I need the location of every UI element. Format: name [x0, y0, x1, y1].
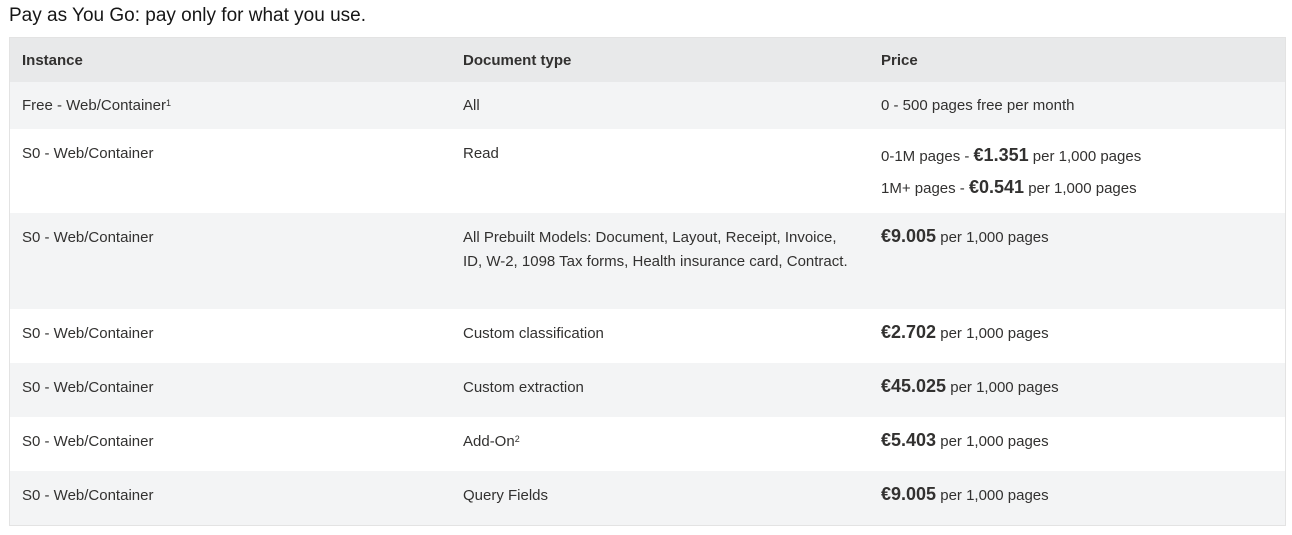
price-cell: €9.005 per 1,000 pages — [869, 471, 1285, 525]
price-unit: per 1,000 pages — [1024, 180, 1137, 197]
document-type-cell: Query Fields — [451, 471, 869, 525]
instance-name: S0 - Web/Container — [22, 229, 154, 246]
instance-cell: S0 - Web/Container — [10, 129, 451, 213]
instance-cell: S0 - Web/Container — [10, 363, 451, 417]
price: €9.005 per 1,000 pages — [881, 482, 1049, 508]
instance-name: S0 - Web/Container — [22, 145, 154, 162]
table-row: S0 - Web/Container Add-On2 €5.403 per 1,… — [10, 417, 1285, 471]
price: €9.005 per 1,000 pages — [881, 224, 1049, 250]
price-unit: per 1,000 pages — [936, 433, 1049, 450]
page-title: Pay as You Go: pay only for what you use… — [9, 5, 367, 26]
document-type: All Prebuilt Models: Document, Layout, R… — [463, 229, 848, 270]
table-row: S0 - Web/Container Custom extraction €45… — [10, 363, 1285, 417]
price-text: 0 - 500 pages free per month — [881, 97, 1075, 114]
price-cell: €2.702 per 1,000 pages — [869, 309, 1285, 363]
header-instance: Instance — [22, 51, 83, 69]
document-type: Custom classification — [463, 325, 604, 342]
table-row: Free - Web/Container1 All 0 - 500 pages … — [10, 82, 1285, 129]
table-row: S0 - Web/Container Query Fields €9.005 p… — [10, 471, 1285, 525]
instance-name: S0 - Web/Container — [22, 325, 154, 342]
instance-name: S0 - Web/Container — [22, 433, 154, 450]
header-price: Price — [881, 51, 918, 69]
price-amount: €9.005 — [881, 484, 937, 504]
price-unit: per 1,000 pages — [936, 325, 1049, 342]
document-type-cell: Custom extraction — [451, 363, 869, 417]
header-document-type: Document type — [463, 51, 572, 69]
price-amount: €1.351 — [973, 145, 1029, 165]
instance-cell: S0 - Web/Container — [10, 309, 451, 363]
instance-name: S0 - Web/Container — [22, 487, 154, 504]
price-unit: per 1,000 pages — [936, 229, 1049, 246]
footnote-marker[interactable]: 1 — [166, 98, 171, 108]
document-type-cell: All — [451, 82, 869, 129]
instance-name: Free - Web/Container — [22, 97, 166, 114]
instance-name: S0 - Web/Container — [22, 379, 154, 396]
footnote-marker[interactable]: 2 — [515, 434, 520, 444]
instance-cell: S0 - Web/Container — [10, 471, 451, 525]
price-cell: 0-1M pages - €1.351 per 1,000 pages 1M+ … — [869, 129, 1285, 213]
price-unit: per 1,000 pages — [946, 379, 1059, 396]
table-row: S0 - Web/Container Custom classification… — [10, 309, 1285, 363]
price-unit: per 1,000 pages — [936, 487, 1049, 504]
document-type: Custom extraction — [463, 379, 584, 396]
tier-prefix: 1M+ pages - — [881, 180, 969, 197]
document-type: All — [463, 97, 480, 114]
pricing-table: Instance Document type Price Free - Web/… — [9, 37, 1286, 526]
document-type-cell: Read — [451, 129, 869, 213]
table-row: S0 - Web/Container All Prebuilt Models: … — [10, 213, 1285, 309]
tier-prefix: 0-1M pages - — [881, 148, 974, 165]
price-amount: €9.005 — [881, 226, 937, 246]
document-type: Add-On — [463, 433, 515, 450]
instance-cell: S0 - Web/Container — [10, 213, 451, 309]
price-amount: €45.025 — [881, 376, 947, 396]
document-type-cell: Custom classification — [451, 309, 869, 363]
price-amount: €5.403 — [881, 430, 937, 450]
instance-cell: Free - Web/Container1 — [10, 82, 451, 129]
table-row: S0 - Web/Container Read 0-1M pages - €1.… — [10, 129, 1285, 213]
table-header-row: Instance Document type Price — [10, 38, 1285, 82]
price-amount: €2.702 — [881, 322, 937, 342]
price-tier: 1M+ pages - €0.541 per 1,000 pages — [881, 172, 1273, 204]
price-cell: €45.025 per 1,000 pages — [869, 363, 1285, 417]
price-amount: €0.541 — [968, 177, 1025, 197]
price-cell: €5.403 per 1,000 pages — [869, 417, 1285, 471]
document-type-cell: All Prebuilt Models: Document, Layout, R… — [451, 213, 869, 309]
document-type: Query Fields — [463, 487, 549, 504]
price: €2.702 per 1,000 pages — [881, 320, 1049, 346]
document-type-cell: Add-On2 — [451, 417, 869, 471]
price: €45.025 per 1,000 pages — [881, 374, 1059, 400]
instance-cell: S0 - Web/Container — [10, 417, 451, 471]
price-cell: €9.005 per 1,000 pages — [869, 213, 1285, 309]
price: €5.403 per 1,000 pages — [881, 428, 1049, 454]
price-cell: 0 - 500 pages free per month — [869, 82, 1285, 129]
price-unit: per 1,000 pages — [1028, 148, 1142, 165]
document-type: Read — [463, 145, 499, 162]
price-tier: 0-1M pages - €1.351 per 1,000 pages — [881, 140, 1273, 172]
